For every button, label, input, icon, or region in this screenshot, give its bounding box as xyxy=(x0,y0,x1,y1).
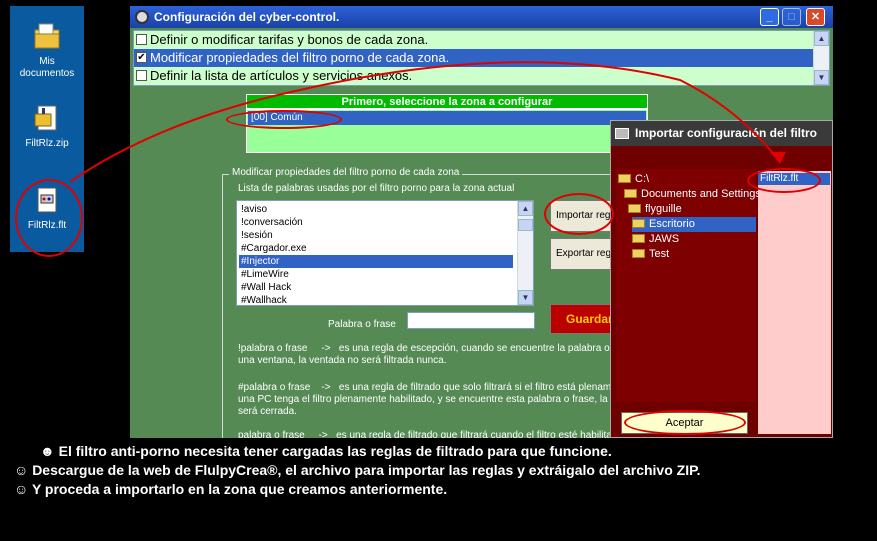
instruction-text: Y proceda a importarlo en la zona que cr… xyxy=(31,481,448,497)
instruction-line: ☻ El filtro anti-porno necesita tener ca… xyxy=(40,442,612,460)
instruction-line: ☺ Descargue de la web de FlulpyCrea®, el… xyxy=(14,461,701,479)
smiley-icon: ☺ xyxy=(14,481,29,497)
smiley-icon: ☻ xyxy=(40,443,55,459)
smiley-icon: ☺ xyxy=(14,462,29,478)
instruction-text: El filtro anti-porno necesita tener carg… xyxy=(58,443,612,459)
instruction-text: Descargue de la web de FlulpyCrea®, el a… xyxy=(32,462,701,478)
instruction-line: ☺ Y proceda a importarlo en la zona que … xyxy=(14,480,447,498)
